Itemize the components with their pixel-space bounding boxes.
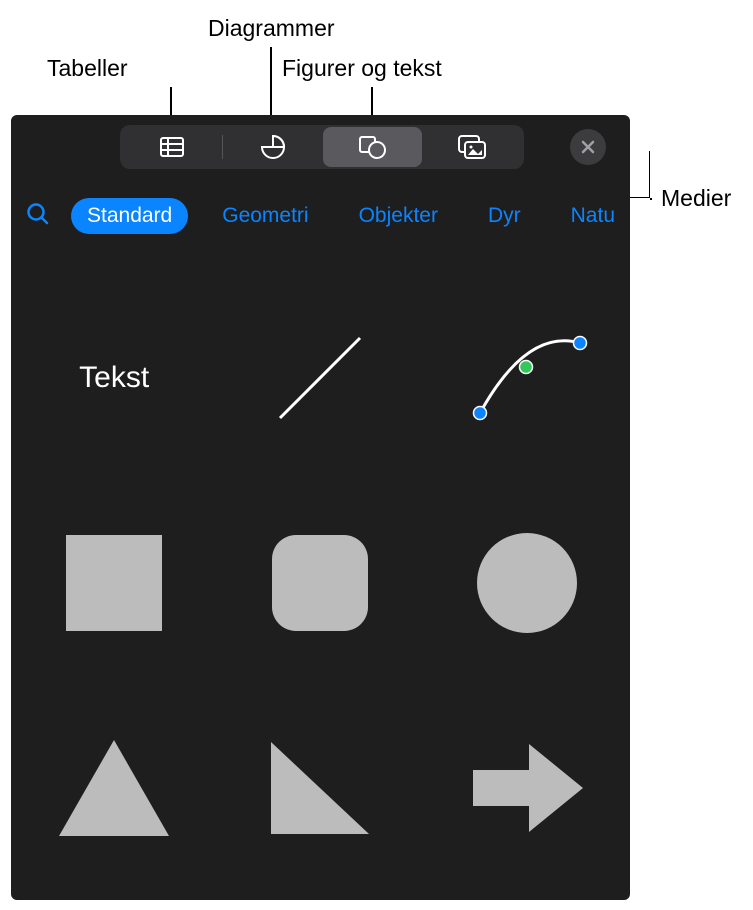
tab-shapes[interactable] bbox=[323, 127, 423, 167]
shapes-icon bbox=[356, 133, 388, 161]
insert-type-selector bbox=[120, 125, 524, 169]
shape-square[interactable] bbox=[11, 480, 217, 685]
search-button[interactable] bbox=[25, 201, 51, 232]
shape-triangle[interactable] bbox=[11, 685, 217, 890]
callout-charts: Diagrammer bbox=[208, 15, 335, 42]
shape-rounded-square[interactable] bbox=[217, 480, 423, 685]
callout-media: Medier bbox=[661, 185, 731, 212]
table-icon bbox=[158, 133, 186, 161]
shape-text[interactable]: Tekst bbox=[11, 275, 217, 480]
callout-shapes-text: Figurer og tekst bbox=[282, 55, 442, 82]
category-nature[interactable]: Natu bbox=[555, 198, 630, 234]
shape-curve[interactable] bbox=[424, 275, 630, 480]
square-icon bbox=[59, 528, 169, 638]
callout-tables: Tabeller bbox=[47, 55, 128, 82]
category-geometry[interactable]: Geometri bbox=[206, 198, 324, 234]
close-icon bbox=[580, 139, 596, 155]
curve-icon bbox=[462, 323, 592, 433]
media-icon bbox=[456, 133, 488, 161]
line-icon bbox=[265, 323, 375, 433]
triangle-icon bbox=[55, 736, 173, 840]
insert-panel: Standard Geometri Objekter Dyr Natu Teks… bbox=[11, 115, 630, 900]
shape-arrow[interactable] bbox=[424, 685, 630, 890]
callout-line bbox=[650, 198, 652, 200]
search-icon bbox=[25, 201, 51, 227]
shapes-grid: Tekst bbox=[11, 275, 630, 890]
right-triangle-icon bbox=[265, 738, 375, 838]
chart-icon bbox=[259, 133, 287, 161]
shape-line[interactable] bbox=[217, 275, 423, 480]
category-objects[interactable]: Objekter bbox=[343, 198, 454, 234]
category-bar: Standard Geometri Objekter Dyr Natu bbox=[11, 191, 630, 241]
tab-charts[interactable] bbox=[223, 127, 323, 167]
category-animals[interactable]: Dyr bbox=[472, 198, 537, 234]
circle-icon bbox=[472, 528, 582, 638]
shape-circle[interactable] bbox=[424, 480, 630, 685]
rounded-square-icon bbox=[265, 528, 375, 638]
close-button[interactable] bbox=[570, 129, 606, 165]
text-shape-label: Tekst bbox=[79, 361, 149, 395]
tab-tables[interactable] bbox=[122, 127, 222, 167]
tab-media[interactable] bbox=[422, 127, 522, 167]
category-standard[interactable]: Standard bbox=[71, 198, 188, 234]
arrow-icon bbox=[467, 738, 587, 838]
shape-right-triangle[interactable] bbox=[217, 685, 423, 890]
